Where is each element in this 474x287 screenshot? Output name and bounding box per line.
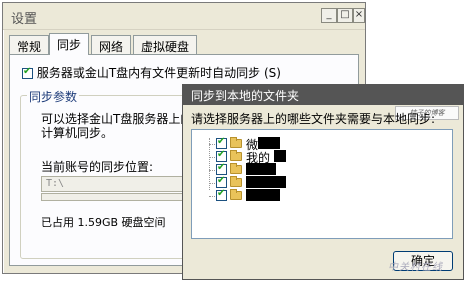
site-watermark: 中关村在线 xyxy=(388,262,443,273)
auto-sync-checkbox[interactable] xyxy=(22,66,33,79)
sync-location-label: 当前账号的同步位置: xyxy=(41,160,154,174)
folder-icon xyxy=(230,150,242,161)
folder-icon xyxy=(230,176,242,187)
folder-icon xyxy=(230,163,242,174)
folder-checkbox[interactable] xyxy=(216,136,227,149)
folder-sync-dialog: 同步到本地的文件夹 桔子的博客 请选择服务器上的哪些文件夹需要与本地同步: 微 … xyxy=(182,84,464,280)
sync-params-label: 同步参数 xyxy=(27,88,80,105)
auto-sync-label: 服务器或金山T盘内有文件更新时自动同步 (S) xyxy=(36,66,281,80)
folder-checkbox[interactable] xyxy=(216,162,227,175)
folder-icon xyxy=(230,189,242,200)
folder-checkbox[interactable] xyxy=(216,188,227,201)
disk-usage-text: 已占用 1.59GB 硬盘空间 xyxy=(41,216,166,229)
tab-virtual-disk[interactable]: 虚拟硬盘 xyxy=(133,35,198,54)
tab-network[interactable]: 网络 xyxy=(91,35,132,54)
redaction-block xyxy=(246,163,276,175)
redaction-block xyxy=(246,189,280,201)
redaction-block xyxy=(246,176,286,188)
settings-titlebar[interactable]: 设置 _ □ × xyxy=(3,3,365,30)
folder-checkbox[interactable] xyxy=(216,149,227,162)
tab-sync[interactable]: 同步 xyxy=(49,33,90,55)
close-button[interactable]: × xyxy=(353,8,365,23)
sync-location-field-shadow xyxy=(41,193,191,201)
settings-title: 设置 xyxy=(11,12,38,27)
dialog-prompt: 请选择服务器上的哪些文件夹需要与本地同步: xyxy=(191,112,436,126)
minimize-button[interactable]: _ xyxy=(321,8,337,23)
dialog-title: 同步到本地的文件夹 xyxy=(191,89,300,103)
maximize-button[interactable]: □ xyxy=(337,8,353,23)
redaction-block xyxy=(274,150,286,162)
redaction-block xyxy=(258,137,280,149)
folder-tree[interactable]: 微 我的 xyxy=(191,129,453,239)
tab-general[interactable]: 常规 xyxy=(9,35,50,54)
dialog-titlebar[interactable]: 同步到本地的文件夹 xyxy=(183,85,463,105)
folder-icon xyxy=(230,137,242,148)
auto-sync-option[interactable]: 服务器或金山T盘内有文件更新时自动同步 (S) xyxy=(22,64,281,81)
folder-checkbox[interactable] xyxy=(216,175,227,188)
sync-location-field[interactable]: T:\ xyxy=(41,176,191,192)
